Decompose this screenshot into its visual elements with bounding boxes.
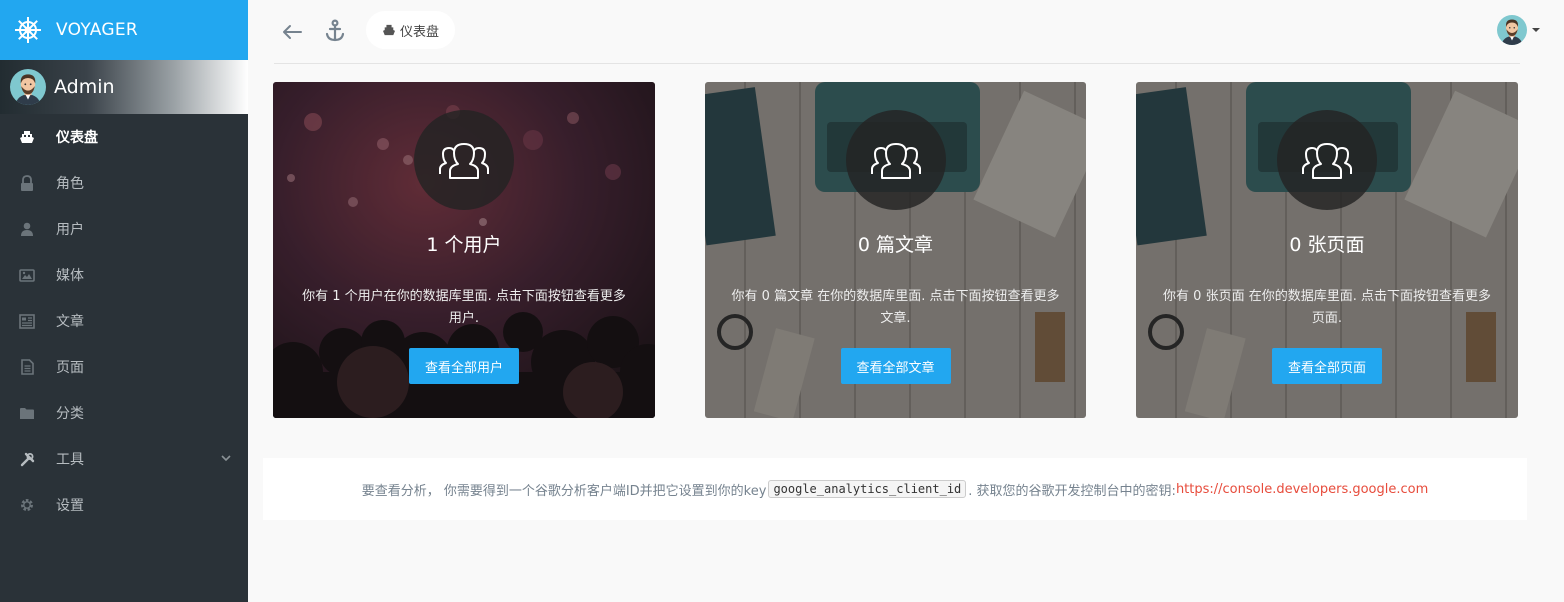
posts-widget: 0 篇文章 你有 0 篇文章 在你的数据库里面. 点击下面按钮查看更多文章. 查… [705, 82, 1086, 418]
avatar [1497, 15, 1527, 45]
top-navbar: 仪表盘 [248, 0, 1564, 64]
analytics-key: google_analytics_client_id [768, 480, 967, 498]
sidebar-menu: 仪表盘 角色 用户 媒体 文章 页面 分类 工具 设置 [0, 114, 248, 528]
breadcrumb[interactable]: 仪表盘 [366, 11, 456, 49]
view-all-users-button[interactable]: 查看全部用户 [408, 348, 520, 384]
avatar [10, 69, 46, 105]
lock-icon [18, 174, 36, 192]
sidebar-item-label: 仪表盘 [56, 130, 98, 146]
user-menu-dropdown[interactable] [1497, 15, 1540, 45]
sidebar-item-roles[interactable]: 角色 [0, 160, 248, 206]
view-all-pages-button[interactable]: 查看全部页面 [1271, 348, 1383, 384]
view-all-posts-button[interactable]: 查看全部文章 [840, 348, 951, 384]
gear-icon [18, 496, 36, 514]
images-icon [18, 266, 36, 284]
analytics-text-after: . 获取您的谷歌开发控制台中的密钥: [968, 483, 1176, 499]
brand-name: VOYAGER [56, 20, 139, 40]
icon-circle [1277, 110, 1377, 210]
card-title: 0 张页面 [1289, 234, 1365, 256]
card-description: 你有 0 张页面 在你的数据库里面. 点击下面按钮查看更多页面. [1163, 289, 1491, 326]
back-arrow-icon[interactable] [280, 20, 304, 44]
chevron-down-icon[interactable] [220, 452, 232, 464]
sidebar-item-tools[interactable]: 工具 [0, 436, 248, 482]
card-description: 你有 0 篇文章 在你的数据库里面. 点击下面按钮查看更多文章. [731, 289, 1060, 326]
sidebar-item-label: 设置 [56, 498, 84, 514]
pages-widget: 0 张页面 你有 0 张页面 在你的数据库里面. 点击下面按钮查看更多页面. 查… [1136, 82, 1518, 418]
users-widget: 1 个用户 你有 1 个用户在你的数据库里面. 点击下面按钮查看更多用户. 查看… [273, 82, 655, 418]
breadcrumb-label: 仪表盘 [400, 24, 440, 40]
brand-header[interactable]: VOYAGER [0, 0, 248, 60]
users-icon [869, 140, 923, 180]
analytics-notice: 要查看分析， 你需要得到一个谷歌分析客户端ID并把它设置到你的key googl… [263, 458, 1527, 520]
sidebar-item-label: 文章 [56, 314, 84, 330]
user-profile[interactable]: Admin [0, 60, 248, 114]
sidebar-item-media[interactable]: 媒体 [0, 252, 248, 298]
sidebar-item-label: 媒体 [56, 268, 84, 284]
users-icon [1300, 140, 1354, 180]
card-description: 你有 1 个用户在你的数据库里面. 点击下面按钮查看更多用户. [302, 289, 626, 326]
card-title: 1 个用户 [426, 234, 502, 256]
card-title: 0 篇文章 [857, 234, 934, 256]
users-icon [437, 140, 491, 180]
boat-icon [383, 24, 395, 36]
icon-circle [845, 110, 946, 210]
folder-icon [18, 404, 36, 422]
sidebar-item-users[interactable]: 用户 [0, 206, 248, 252]
icon-circle [414, 110, 514, 210]
navbar-divider [274, 63, 1520, 64]
sidebar-item-label: 分类 [56, 406, 84, 422]
sidebar-item-settings[interactable]: 设置 [0, 482, 248, 528]
anchor-icon[interactable] [324, 19, 346, 43]
tools-icon [18, 450, 36, 468]
ship-wheel-icon [15, 17, 41, 43]
sidebar-item-posts[interactable]: 文章 [0, 298, 248, 344]
sidebar-item-pages[interactable]: 页面 [0, 344, 248, 390]
sidebar-item-label: 工具 [56, 452, 84, 468]
news-icon [18, 312, 36, 330]
sidebar-item-label: 页面 [56, 360, 84, 376]
caret-down-icon [1532, 28, 1540, 32]
file-icon [18, 358, 36, 376]
boat-icon [18, 128, 36, 146]
sidebar-item-label: 用户 [56, 222, 84, 238]
sidebar-item-categories[interactable]: 分类 [0, 390, 248, 436]
sidebar: VOYAGER Admin 仪表盘 角色 用户 媒体 文章 页面 分类 工具 设… [0, 0, 248, 602]
sidebar-item-label: 角色 [56, 176, 84, 192]
analytics-text: 要查看分析， 你需要得到一个谷歌分析客户端ID并把它设置到你的key [361, 483, 767, 499]
person-icon [18, 220, 36, 238]
sidebar-item-dashboard[interactable]: 仪表盘 [0, 114, 248, 160]
developer-console-link[interactable]: https://console.developers.google.com [1176, 482, 1428, 497]
profile-name: Admin [54, 76, 115, 98]
